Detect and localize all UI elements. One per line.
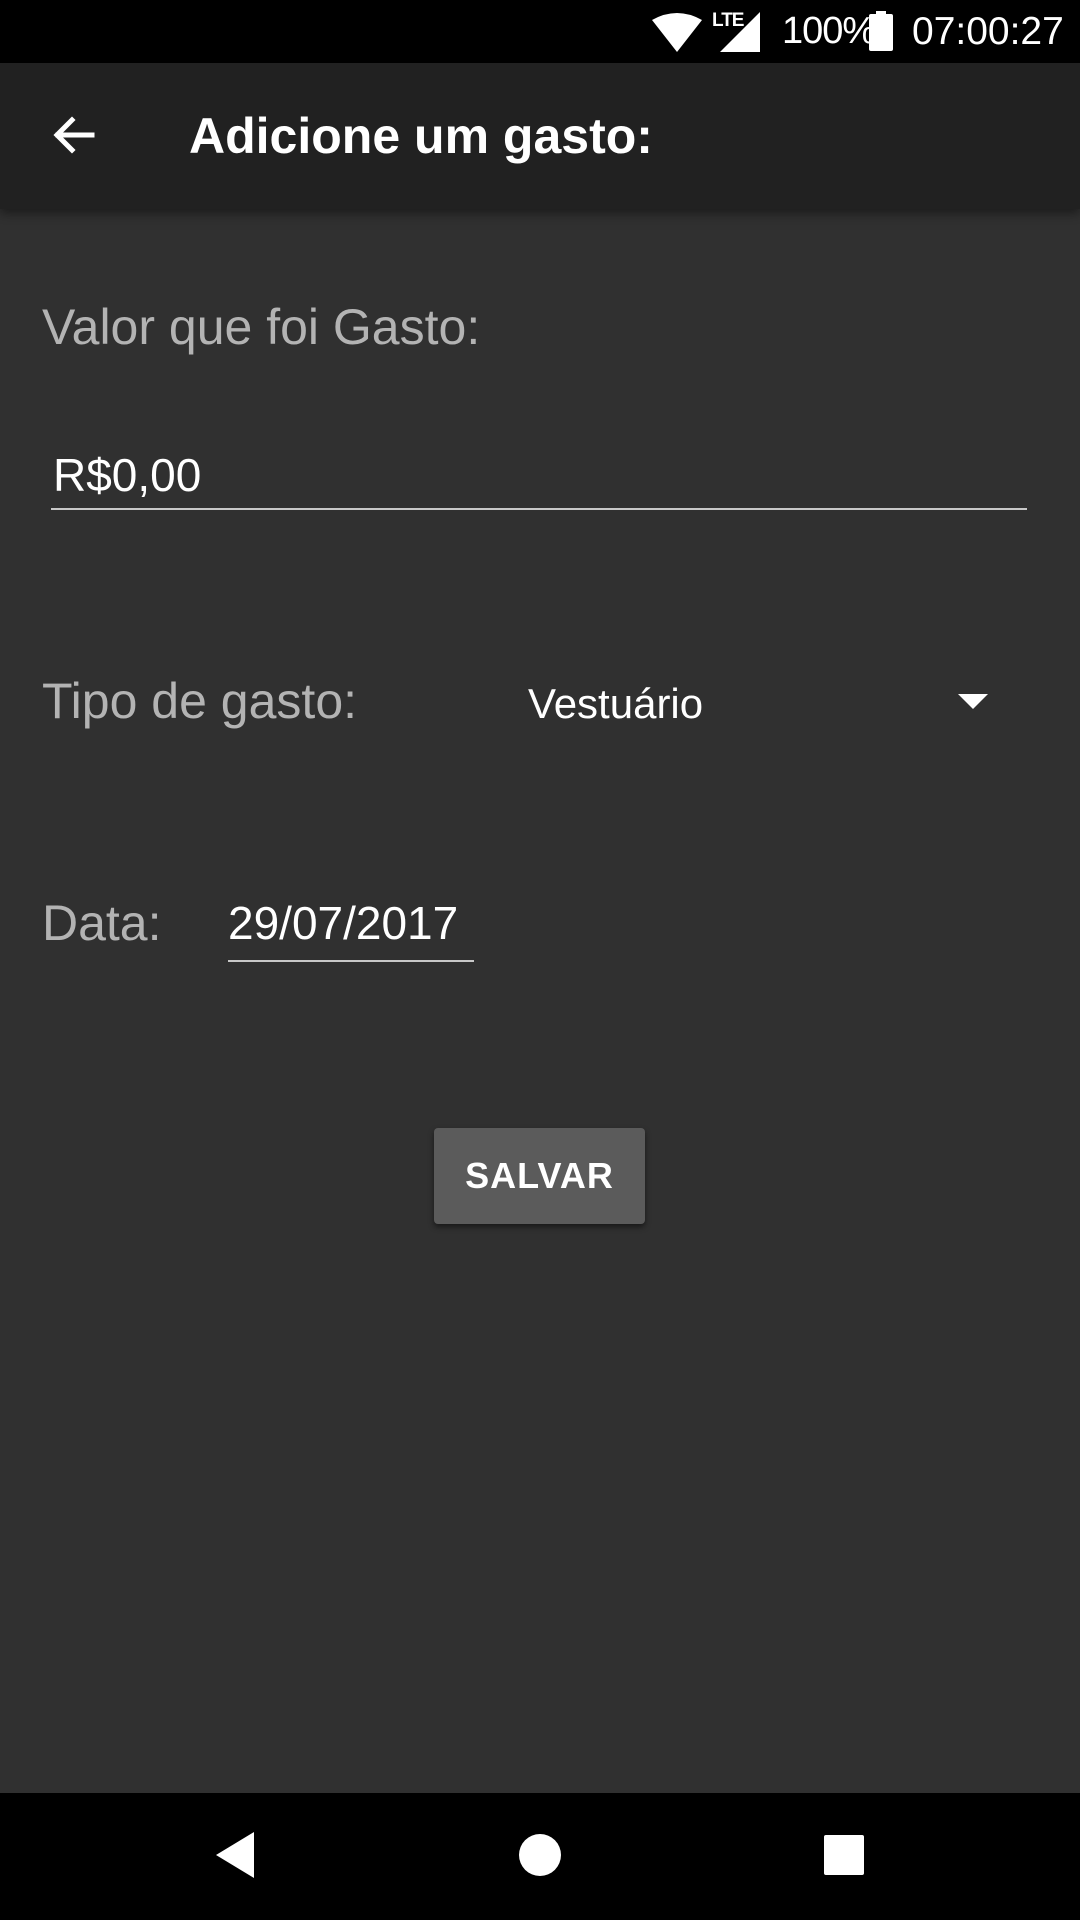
save-button[interactable]: SALVAR: [434, 1128, 645, 1224]
cell-signal-icon: [720, 12, 760, 57]
date-input[interactable]: 29/07/2017: [228, 890, 474, 962]
data-label: Data:: [42, 895, 162, 951]
tipo-selected-value: Vestuário: [528, 680, 704, 727]
nav-home-icon: [518, 1833, 562, 1882]
app-bar: Adicione um gasto:: [0, 63, 1080, 209]
nav-back-button[interactable]: [196, 1817, 276, 1897]
date-input-value: 29/07/2017: [228, 897, 459, 949]
nav-recents-icon: [823, 1834, 865, 1881]
nav-recents-button[interactable]: [804, 1817, 884, 1897]
tipo-dropdown[interactable]: Vestuário: [512, 666, 1002, 742]
valor-input-value: R$0,00: [53, 449, 202, 501]
nav-back-icon: [214, 1830, 258, 1885]
tipo-label: Tipo de gasto:: [42, 673, 358, 729]
wifi-icon: [652, 12, 702, 57]
battery-percent: 100%: [782, 10, 876, 52]
back-button[interactable]: [34, 97, 114, 177]
page-title: Adicione um gasto:: [189, 108, 653, 164]
save-button-label: SALVAR: [465, 1155, 614, 1196]
arrow-back-icon: [50, 111, 98, 164]
status-clock: 07:00:27: [912, 10, 1064, 53]
nav-home-button[interactable]: [500, 1817, 580, 1897]
navigation-bar: [0, 1793, 1080, 1920]
valor-label: Valor que foi Gasto:: [42, 299, 481, 355]
status-bar: LTE 100% 07:00:27: [0, 0, 1080, 63]
battery-icon: [868, 11, 894, 56]
valor-input[interactable]: R$0,00: [51, 440, 1027, 510]
dropdown-arrow-icon: [958, 694, 988, 715]
